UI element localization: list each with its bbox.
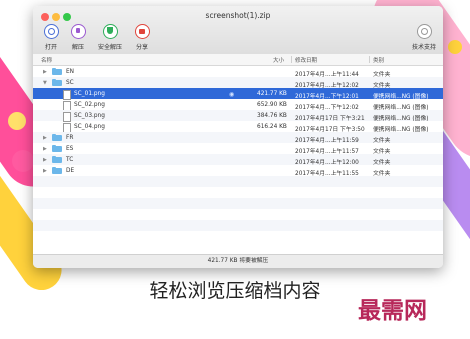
item-name: SC_02.png [74,101,105,108]
archive-window: screenshot(1).zip 打开 解压 安全解压 分享 技术支持 名称 … [33,6,443,268]
list-item-file[interactable]: SC_04.png 616.24 KB 2017年4月17日 下午3:50 便携… [33,121,443,133]
item-size: 616.24 KB [257,123,287,130]
window-title: screenshot(1).zip [205,11,271,20]
list-item-file[interactable]: SC_03.png 384.76 KB 2017年4月17日 下午3:21 便携… [33,110,443,122]
item-size: 384.76 KB [257,112,287,119]
title-bar: screenshot(1).zip 打开 解压 安全解压 分享 技术支持 [33,6,443,55]
decor-dot [12,150,34,172]
column-header: 名称 大小 修改日期 类别 [33,54,443,66]
open-icon [43,24,59,39]
empty-row [33,220,443,231]
share-icon [134,24,150,39]
empty-row [33,198,443,209]
item-name: TC [66,156,74,163]
empty-row [33,209,443,220]
support-label: 技术支持 [411,44,436,51]
share-button[interactable]: 分享 [125,24,159,51]
extract-button[interactable]: 解压 [61,24,95,51]
folder-icon [52,67,62,75]
folder-icon [52,166,62,174]
file-list: ▶ EN 2017年4月...上午11:44 文件夹 ▼ SC 2017年4月.… [33,66,443,242]
extract-label: 解压 [71,44,84,51]
item-name: SC_01.png [74,90,105,97]
column-divider [369,56,370,63]
list-item-folder[interactable]: ▶ DE 2017年4月...上午11:55 文件夹 [33,165,443,177]
column-size[interactable]: 大小 [273,56,284,64]
folder-icon [52,155,62,163]
safe-extract-button[interactable]: 安全解压 [93,24,127,51]
disclosure-triangle-icon[interactable]: ▼ [43,80,47,86]
folder-icon [52,133,62,141]
item-name: FR [66,134,74,141]
list-item-file[interactable]: SC_02.png 652.90 KB 2017年4月...下午12:02 便携… [33,99,443,111]
column-name[interactable]: 名称 [41,56,52,64]
list-item-folder[interactable]: ▶ FR 2017年4月...上午11:59 文件夹 [33,132,443,144]
list-item-folder[interactable]: ▶ EN 2017年4月...上午11:44 文件夹 [33,66,443,78]
disclosure-triangle-icon[interactable]: ▶ [43,135,47,141]
item-size: 652.90 KB [257,101,287,108]
decor-dot [448,40,462,54]
item-name: ES [66,145,74,152]
item-name: EN [66,68,74,75]
disclosure-triangle-icon[interactable]: ▶ [43,69,47,75]
folder-icon [52,78,62,86]
folder-icon [52,144,62,152]
list-item-file-selected[interactable]: SC_01.png ◉ 421.77 KB 2017年4月...下午12:01 … [33,88,443,100]
disclosure-triangle-icon[interactable]: ▶ [43,168,47,174]
empty-row [33,231,443,242]
share-label: 分享 [135,44,148,51]
item-name: SC_03.png [74,112,105,119]
item-name: SC_04.png [74,123,105,130]
safe-extract-icon [102,24,118,39]
empty-row [33,176,443,187]
support-icon [416,24,432,39]
list-item-folder[interactable]: ▶ ES 2017年4月...上午11:57 文件夹 [33,143,443,155]
item-name: SC [66,79,74,86]
disclosure-triangle-icon[interactable]: ▶ [43,146,47,152]
quick-look-icon[interactable]: ◉ [229,91,234,98]
safe-extract-label: 安全解压 [97,44,122,51]
column-kind[interactable]: 类别 [373,56,384,64]
status-bar: 421.77 KB 将要被解压 [33,254,443,268]
extract-icon [70,24,86,39]
item-size: 421.77 KB [257,90,287,97]
column-modified[interactable]: 修改日期 [295,56,317,64]
list-item-folder[interactable]: ▶ TC 2017年4月...上午12:00 文件夹 [33,154,443,166]
disclosure-triangle-icon[interactable]: ▶ [43,157,47,163]
watermark: 最需网 [358,297,427,324]
support-button[interactable]: 技术支持 [407,24,441,51]
decor-dot [8,112,26,130]
list-item-folder[interactable]: ▼ SC 2017年4月...上午12:02 文件夹 [33,77,443,89]
item-name: DE [66,167,75,174]
column-divider [291,56,292,63]
empty-row [33,187,443,198]
